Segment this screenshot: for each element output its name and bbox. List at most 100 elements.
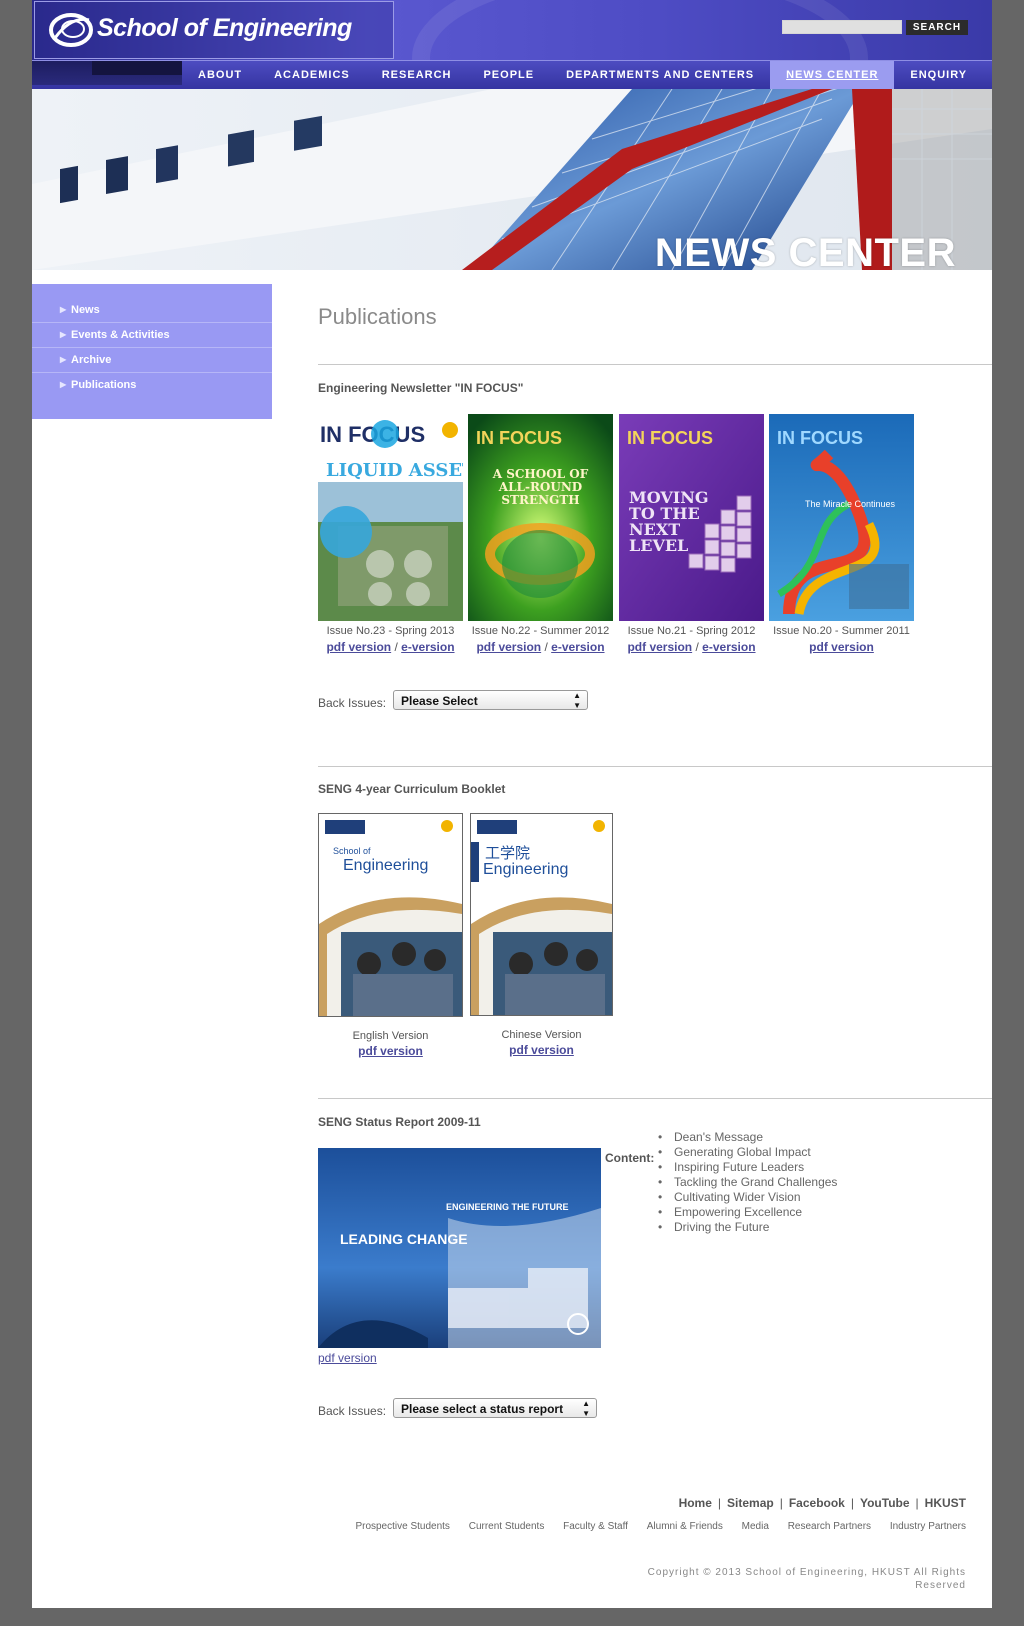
select-value: Please Select [401,694,478,708]
footer-link-hkust[interactable]: HKUST [925,1496,966,1510]
separator: | [779,1496,783,1510]
version-links: pdf version [318,1044,463,1058]
pdf-version-link[interactable]: pdf version [809,640,874,654]
footer-link-faculty-staff[interactable]: Faculty & Staff [563,1521,628,1532]
curriculum-cover-english[interactable]: School of Engineering [318,813,463,1017]
newsletter-cover-22[interactable]: IN FOCUS A SCHOOL OF ALL-ROUND STRENGTH [468,414,613,621]
separator: | [717,1496,722,1510]
status-report-select[interactable]: Please select a status report ▲ ▼ [393,1398,597,1418]
link-separator: / [695,640,699,654]
cover-art: School of Engineering [319,814,462,1016]
cover-art: IN FOCUS A SCHOOL OF ALL-ROUND STRENGTH [468,414,613,621]
footer-link-media[interactable]: Media [742,1521,769,1532]
footer-links: Home | Sitemap | Facebook | YouTube | HKUST [679,1496,966,1510]
sidebar-item-events[interactable]: ▶ Events & Activities [32,323,272,348]
newsletter-cover-23[interactable]: IN FOCUS LIQUID ASSET [318,414,463,621]
footer-link-industry-partners[interactable]: Industry Partners [890,1521,966,1532]
back-issues-label: Back Issues: [318,696,387,710]
newsletter-cover-21[interactable]: IN FOCUS MOVING TO THE NEXT LEVEL [619,414,764,621]
version-links: pdf version [470,1043,613,1057]
list-item: Inspiring Future Leaders [658,1160,837,1175]
pdf-version-link[interactable]: pdf version [476,640,541,654]
search-input[interactable] [782,20,902,34]
curriculum-section-title: SENG 4-year Curriculum Booklet [318,782,506,796]
cover-line1: ENGINEERING THE FUTURE [446,1202,569,1212]
issue-caption: Issue No.20 - Summer 2011 [773,625,910,637]
issue-links: pdf version / e-version [468,640,613,654]
svg-text:IN FOCUS: IN FOCUS [777,428,863,448]
back-issues-select[interactable]: Please Select ▲ ▼ [393,690,588,710]
link-separator: / [394,640,398,654]
sidebar-item-news[interactable]: ▶ News [32,298,272,323]
newsletter-cover-20[interactable]: IN FOCUS The Miracle Continues [769,414,914,621]
footer-link-youtube[interactable]: YouTube [860,1496,910,1510]
e-version-link[interactable]: e-version [401,640,454,654]
back-issues-label: Back Issues: [318,1404,387,1418]
cover-headline: A SCHOOL OF ALL-ROUND STRENGTH [492,468,589,507]
nav-item-academics[interactable]: ACADEMICS [258,61,366,90]
list-item: Tackling the Grand Challenges [658,1175,837,1190]
issue-links: pdf version / e-version [318,640,463,654]
e-version-link[interactable]: e-version [551,640,604,654]
pdf-version-link[interactable]: pdf version [509,1043,574,1057]
page: School of Engineering SEARCH ABOUT ACADE… [32,0,992,1608]
cover-art: 工学院 Engineering [471,814,612,1015]
main-nav: ABOUT ACADEMICS RESEARCH PEOPLE DEPARTME… [32,60,992,90]
issue-caption: Issue No.23 - Spring 2013 [326,625,455,637]
pdf-version-link[interactable]: pdf version [358,1044,423,1058]
nav-item-news-center[interactable]: NEWS CENTER [770,61,895,90]
sidebar-item-label: Events & Activities [71,329,170,341]
triangle-right-icon: ▶ [60,355,67,364]
logo-text: School of Engineering [97,14,352,42]
svg-text:IN FOCUS: IN FOCUS [627,428,713,448]
footer-link-current-students[interactable]: Current Students [469,1521,545,1532]
nav-items: ABOUT ACADEMICS RESEARCH PEOPLE DEPARTME… [182,61,983,90]
footer-link-alumni-friends[interactable]: Alumni & Friends [647,1521,723,1532]
status-content-list: Dean's Message Generating Global Impact … [658,1130,837,1235]
select-value: Please select a status report [401,1402,564,1416]
status-section-title: SENG Status Report 2009-11 [318,1115,481,1129]
list-item: Generating Global Impact [658,1145,837,1160]
cover-headline: The Miracle Continues [805,499,896,509]
nav-item-about[interactable]: ABOUT [182,61,258,90]
nav-item-departments[interactable]: DEPARTMENTS AND CENTERS [550,61,770,90]
issue-caption: Issue No.22 - Summer 2012 [471,625,610,637]
separator: | [915,1496,919,1510]
sidebar-item-label: Publications [71,379,137,391]
triangle-right-icon: ▶ [60,305,67,314]
banner-image: NEWS CENTER [32,89,992,270]
footer-link-home[interactable]: Home [679,1496,712,1510]
pdf-version-link[interactable]: pdf version [326,640,391,654]
cover-art: IN FOCUS MOVING TO THE NEXT LEVEL [619,414,764,621]
banner-title: NEWS CENTER [654,231,956,270]
list-item: Dean's Message [658,1130,837,1145]
svg-text:工学院: 工学院 [485,844,530,862]
cover-art: IN FOCUS The Miracle Continues [769,414,914,621]
curriculum-cover-chinese[interactable]: 工学院 Engineering [470,813,613,1016]
issue-caption: Issue No.21 - Spring 2012 [627,625,756,637]
version-caption: English Version [352,1030,429,1042]
divider [318,766,992,767]
nav-item-enquiry[interactable]: ENQUIRY [894,61,983,90]
sidebar-item-archive[interactable]: ▶ Archive [32,348,272,373]
pdf-version-link[interactable]: pdf version [318,1351,377,1365]
footer-link-prospective-students[interactable]: Prospective Students [355,1521,450,1532]
footer-link-facebook[interactable]: Facebook [789,1496,845,1510]
nav-item-research[interactable]: RESEARCH [366,61,468,90]
footer-link-sitemap[interactable]: Sitemap [727,1496,774,1510]
pdf-version-link[interactable]: pdf version [627,640,692,654]
search-button[interactable]: SEARCH [906,20,968,35]
issue-links: pdf version / e-version [619,640,764,654]
nav-item-people[interactable]: PEOPLE [467,61,550,90]
site-header: School of Engineering SEARCH [32,0,992,60]
e-version-link[interactable]: e-version [702,640,755,654]
site-logo[interactable]: School of Engineering [34,1,394,59]
copyright-text: Copyright © 2013 School of Engineering, … [647,1567,966,1591]
sidebar-item-label: News [71,304,100,316]
svg-text:School of: School of [333,846,371,856]
sidebar-item-publications[interactable]: ▶ Publications [32,373,272,397]
svg-text:IN FOCUS: IN FOCUS [476,428,562,448]
status-report-cover[interactable]: ENGINEERING THE FUTURE LEADING CHANGE [318,1148,601,1348]
footer-link-research-partners[interactable]: Research Partners [788,1521,871,1532]
page-title: Publications [318,304,437,329]
